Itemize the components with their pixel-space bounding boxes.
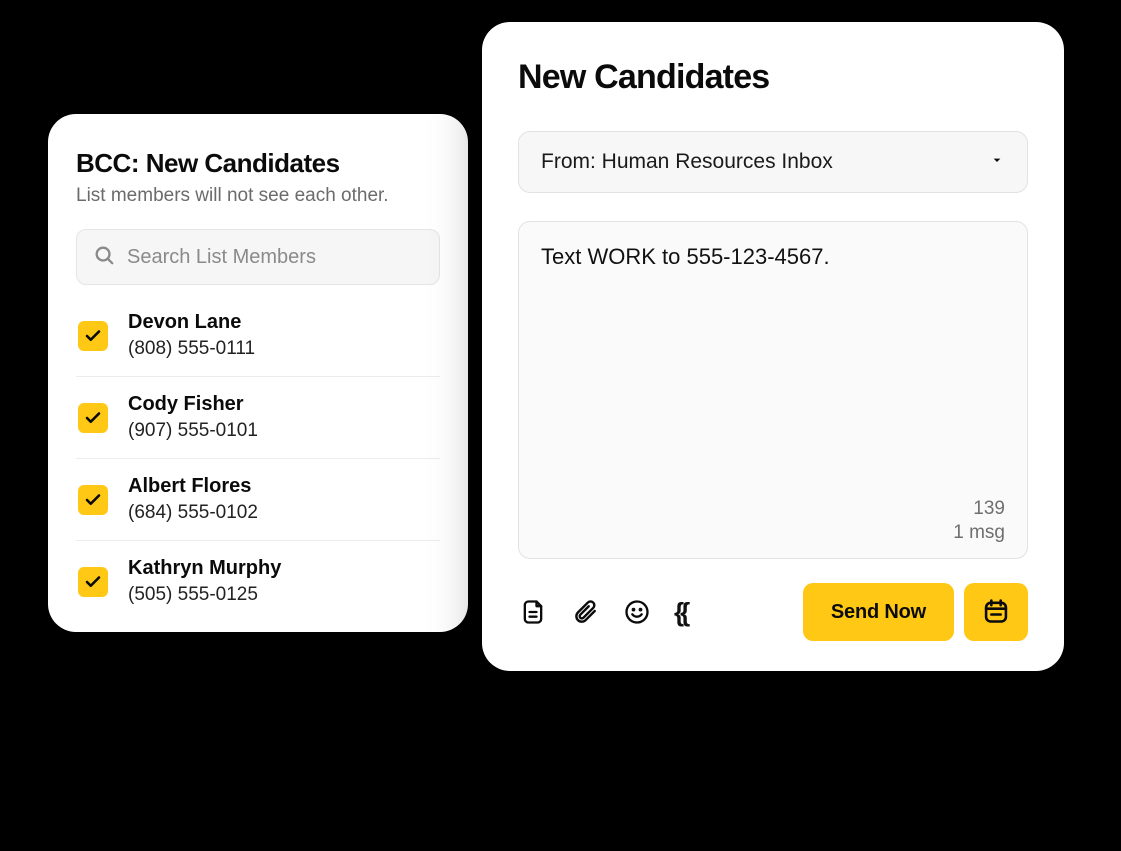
char-count: 139 — [541, 497, 1005, 522]
search-icon — [93, 244, 115, 271]
from-select[interactable]: From: Human Resources Inbox — [518, 131, 1028, 193]
check-icon — [84, 491, 102, 509]
msg-count: 1 msg — [541, 521, 1005, 546]
search-input[interactable] — [127, 246, 423, 269]
bcc-subtitle: List members will not see each other. — [76, 185, 440, 207]
member-info: Cody Fisher (907) 555-0101 — [128, 393, 258, 442]
bcc-panel: BCC: New Candidates List members will no… — [48, 114, 468, 632]
compose-title: New Candidates — [518, 58, 1028, 97]
member-info: Kathryn Murphy (505) 555-0125 — [128, 557, 281, 606]
chevron-down-icon — [989, 150, 1005, 174]
paperclip-icon[interactable] — [570, 597, 600, 627]
member-info: Devon Lane (808) 555-0111 — [128, 311, 255, 360]
member-info: Albert Flores (684) 555-0102 — [128, 475, 258, 524]
bcc-title: BCC: New Candidates — [76, 148, 440, 179]
checkbox[interactable] — [78, 567, 108, 597]
message-box[interactable]: Text WORK to 555-123-4567. 139 1 msg — [518, 221, 1028, 559]
member-name: Devon Lane — [128, 311, 255, 334]
search-field-wrap[interactable] — [76, 229, 440, 285]
check-icon — [84, 573, 102, 591]
smile-icon[interactable] — [622, 597, 652, 627]
member-name: Kathryn Murphy — [128, 557, 281, 580]
from-label: From: Human Resources Inbox — [541, 150, 833, 174]
member-phone: (505) 555-0125 — [128, 584, 281, 606]
checkbox[interactable] — [78, 403, 108, 433]
message-meta: 139 1 msg — [541, 497, 1005, 546]
compose-panel: New Candidates From: Human Resources Inb… — [482, 22, 1064, 671]
template-icon[interactable] — [518, 597, 548, 627]
checkbox[interactable] — [78, 485, 108, 515]
member-name: Albert Flores — [128, 475, 258, 498]
list-item[interactable]: Cody Fisher (907) 555-0101 — [76, 377, 440, 459]
member-phone: (684) 555-0102 — [128, 502, 258, 524]
braces-icon[interactable]: {{ — [674, 597, 686, 628]
send-now-button[interactable]: Send Now — [803, 583, 954, 641]
member-name: Cody Fisher — [128, 393, 258, 416]
check-icon — [84, 327, 102, 345]
checkbox[interactable] — [78, 321, 108, 351]
member-phone: (907) 555-0101 — [128, 420, 258, 442]
compose-toolbar: {{ Send Now — [518, 583, 1028, 641]
list-item[interactable]: Kathryn Murphy (505) 555-0125 — [76, 541, 440, 622]
check-icon — [84, 409, 102, 427]
list-item[interactable]: Albert Flores (684) 555-0102 — [76, 459, 440, 541]
message-text[interactable]: Text WORK to 555-123-4567. — [541, 242, 1005, 497]
member-phone: (808) 555-0111 — [128, 338, 255, 360]
list-item[interactable]: Devon Lane (808) 555-0111 — [76, 295, 440, 377]
calendar-icon — [982, 597, 1010, 628]
schedule-button[interactable] — [964, 583, 1028, 641]
member-list: Devon Lane (808) 555-0111 Cody Fisher (9… — [76, 295, 440, 622]
